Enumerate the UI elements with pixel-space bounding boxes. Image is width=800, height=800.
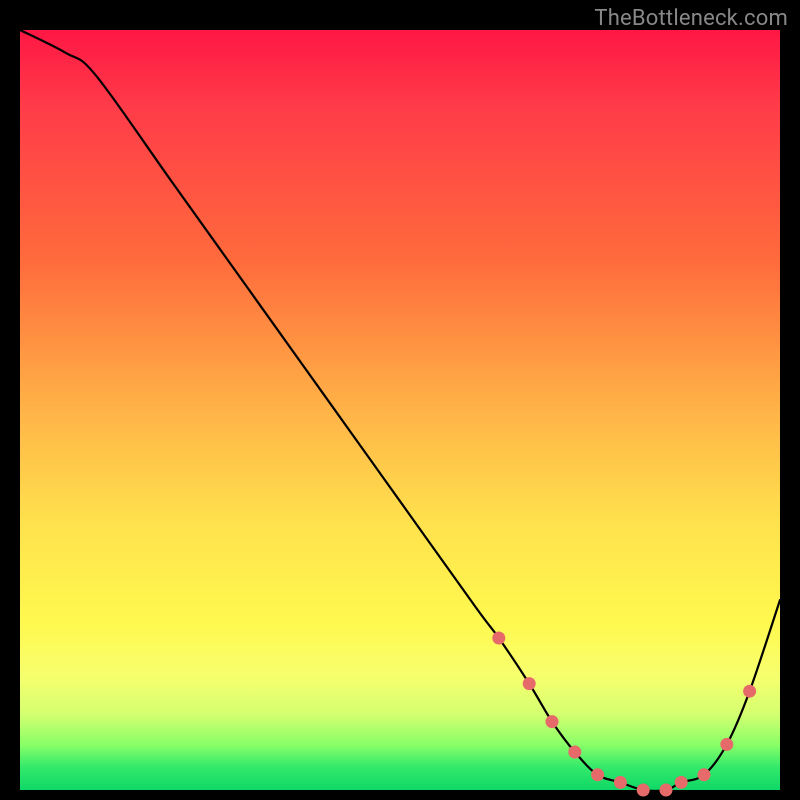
highlight-dot (637, 784, 650, 797)
highlight-dot (492, 632, 505, 645)
highlight-dot (698, 768, 711, 781)
highlight-dot (546, 715, 559, 728)
highlight-dot (614, 776, 627, 789)
bottleneck-curve-line (20, 30, 780, 791)
chart-frame (20, 30, 780, 790)
highlight-dots-group (492, 632, 756, 797)
highlight-dot (591, 768, 604, 781)
chart-svg (20, 30, 780, 790)
highlight-dot (720, 738, 733, 751)
highlight-dot (743, 685, 756, 698)
highlight-dot (568, 746, 581, 759)
highlight-dot (675, 776, 688, 789)
highlight-dot (523, 677, 536, 690)
attribution-text: TheBottleneck.com (594, 6, 788, 31)
highlight-dot (660, 784, 673, 797)
